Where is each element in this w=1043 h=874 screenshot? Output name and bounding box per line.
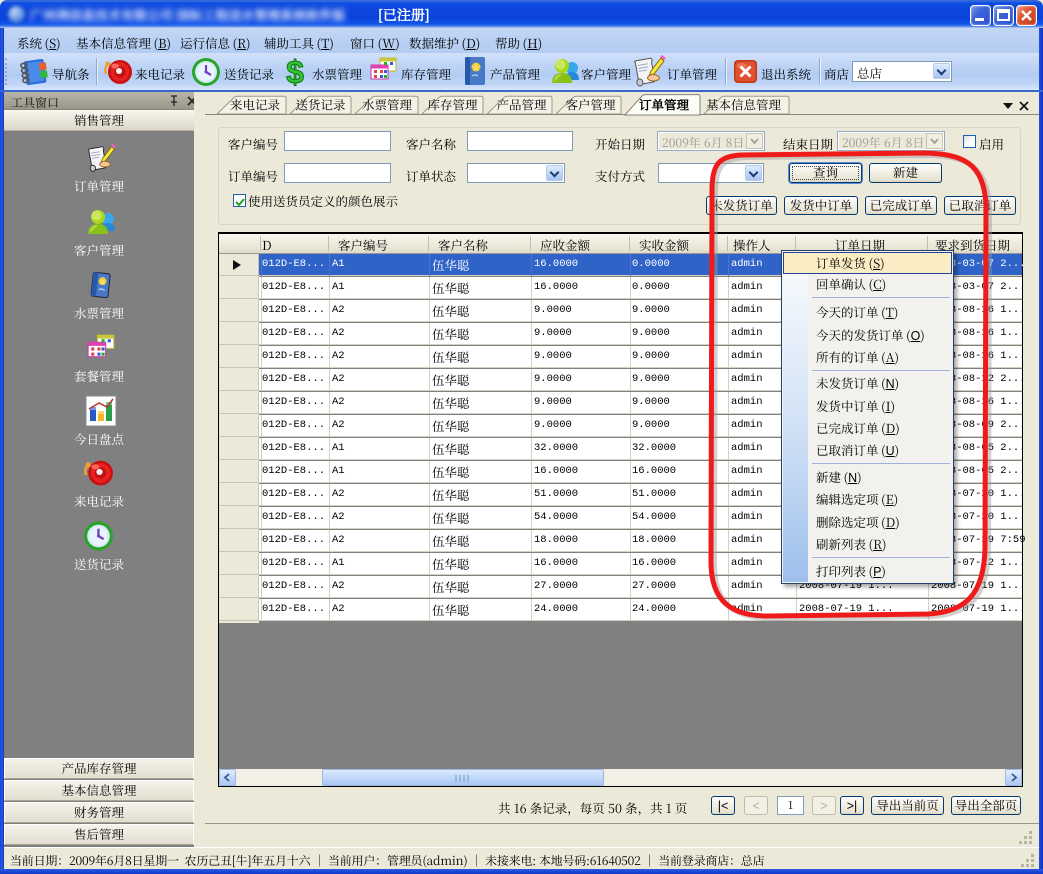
svg-text:$: $ bbox=[286, 56, 304, 88]
